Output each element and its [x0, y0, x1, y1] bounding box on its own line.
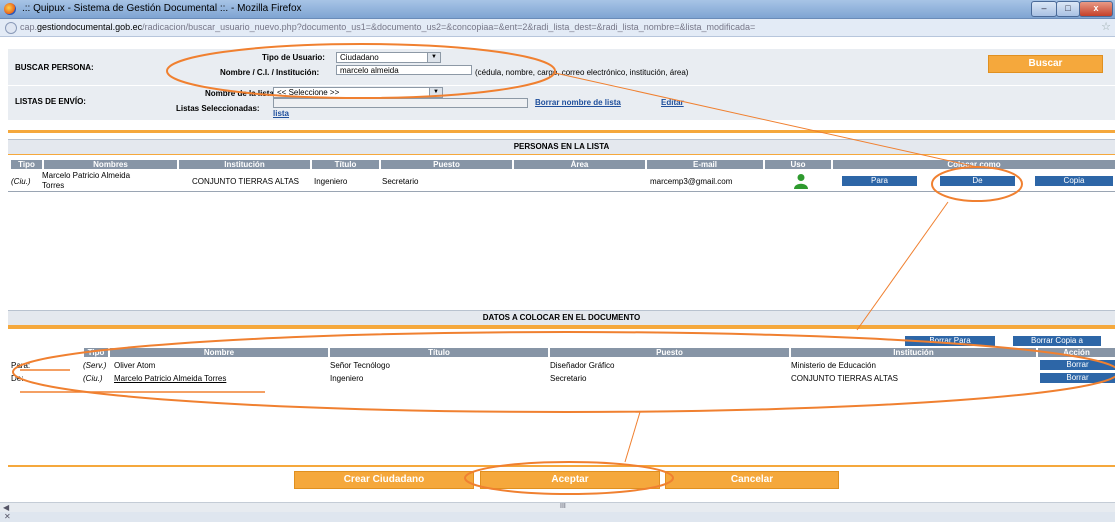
personas-lista-title: PERSONAS EN LA LISTA	[8, 139, 1115, 154]
borrar-para-button[interactable]: Borrar Para	[905, 336, 995, 346]
col-institucion: Institución	[791, 348, 1036, 357]
cancelar-button[interactable]: Cancelar	[665, 471, 839, 489]
url-path: /radicacion/buscar_usuario_nuevo.php?doc…	[142, 22, 756, 32]
persona-tipo: (Ciu.)	[11, 177, 31, 186]
borrar-row-button[interactable]: Borrar	[1040, 360, 1115, 370]
buscar-button[interactable]: Buscar	[988, 55, 1103, 73]
tipo-usuario-value: Ciudadano	[340, 53, 379, 62]
col-titulo: Título	[330, 348, 548, 357]
listas-seleccionadas-label: Listas Seleccionadas:	[176, 104, 260, 113]
borrar-copia-button[interactable]: Borrar Copia a	[1013, 336, 1101, 346]
para-button[interactable]: Para	[842, 176, 917, 186]
firefox-icon	[4, 3, 16, 15]
listas-envio-label: LISTAS DE ENVÍO:	[15, 97, 86, 106]
datos-row-para: Para: (Serv.) Oliver Atom Señor Tecnólog…	[8, 359, 1115, 371]
col-email: E-mail	[647, 160, 763, 169]
col-puesto: Puesto	[550, 348, 789, 357]
col-institucion: Institución	[179, 160, 310, 169]
datos-tipo: (Serv.)	[83, 361, 107, 370]
user-green-icon	[793, 173, 809, 189]
persona-row: (Ciu.) Marcelo Patricio Almeida Torres C…	[8, 171, 1115, 191]
window-titlebar: .:: Quipux - Sistema de Gestión Document…	[0, 0, 1115, 19]
col-uso: Uso	[765, 160, 831, 169]
datos-rol: De:	[11, 374, 24, 383]
scroll-thumb[interactable]: III	[560, 503, 566, 510]
col-colocar-como: Colocar como	[833, 160, 1115, 169]
col-nombres: Nombres	[44, 160, 177, 169]
tipo-usuario-select[interactable]: Ciudadano ▼	[336, 52, 441, 63]
col-accion: Acción	[1038, 348, 1115, 357]
window-title: .:: Quipux - Sistema de Gestión Document…	[22, 3, 302, 14]
url-prefix: cap.	[20, 22, 38, 32]
crear-ciudadano-button[interactable]: Crear Ciudadano	[294, 471, 474, 489]
url-domain: gestiondocumental.gob.ec	[37, 22, 143, 32]
persona-nombre-2: Torres	[42, 181, 65, 190]
copia-button[interactable]: Copia	[1035, 176, 1113, 186]
datos-documento-title: DATOS A COLOCAR EN EL DOCUMENTO	[8, 310, 1115, 325]
col-tipo: Tipo	[84, 348, 108, 357]
datos-rol: Para:	[11, 361, 31, 370]
tipo-usuario-label: Tipo de Usuario:	[262, 53, 325, 62]
chevron-down-icon: ▼	[427, 53, 440, 62]
scroll-left-icon[interactable]: ◀	[3, 503, 9, 512]
col-titulo: Título	[312, 160, 379, 169]
status-bar: ✕	[0, 512, 1115, 522]
globe-icon	[5, 22, 17, 34]
datos-institucion: CONJUNTO TIERRAS ALTAS	[791, 374, 898, 383]
persona-email: marcemp3@gmail.com	[650, 177, 733, 186]
aceptar-button[interactable]: Aceptar	[480, 471, 660, 489]
search-hint: (cédula, nombre, cargo, correo electróni…	[475, 68, 689, 77]
editar-lista-link[interactable]: Editar	[661, 98, 684, 107]
nombre-lista-select[interactable]: << Seleccione >> ▼	[273, 87, 443, 98]
lista-link[interactable]: lista	[273, 109, 289, 118]
borrar-row-button[interactable]: Borrar	[1040, 373, 1115, 383]
persona-puesto: Secretario	[382, 177, 419, 186]
nombre-lista-label: Nombre de la lista:	[205, 89, 277, 98]
persona-institucion: CONJUNTO TIERRAS ALTAS	[192, 177, 299, 186]
persona-nombre-1: Marcelo Patricio Almeida	[42, 171, 131, 180]
datos-puesto: Secretario	[550, 374, 587, 383]
nombre-ci-label: Nombre / C.I. / Institución:	[220, 68, 320, 77]
datos-titulo: Ingeniero	[330, 374, 364, 383]
section-separator	[8, 154, 1115, 155]
nombre-lista-value: << Seleccione >>	[277, 88, 340, 97]
bookmark-star-icon[interactable]: ☆	[1101, 20, 1111, 33]
listas-seleccionadas-field	[273, 98, 528, 108]
close-button[interactable]: x	[1079, 1, 1113, 17]
buscar-persona-label: BUSCAR PERSONA:	[15, 63, 94, 72]
datos-institucion: Ministerio de Educación	[791, 361, 876, 370]
col-puesto: Puesto	[381, 160, 512, 169]
address-url[interactable]: cap.gestiondocumental.gob.ec/radicacion/…	[20, 22, 755, 32]
borrar-nombre-lista-link[interactable]: Borrar nombre de lista	[535, 98, 621, 107]
datos-tipo: (Ciu.)	[83, 374, 103, 383]
datos-nombre: Oliver Atom	[114, 361, 156, 370]
section-separator	[8, 465, 1115, 467]
maximize-button[interactable]: □	[1056, 1, 1080, 17]
datos-puesto: Diseñador Gráfico	[550, 361, 615, 370]
col-tipo: Tipo	[11, 160, 42, 169]
col-nombre: Nombre	[110, 348, 328, 357]
persona-titulo: Ingeniero	[314, 177, 348, 186]
datos-row-de: De: (Ciu.) Marcelo Patricio Almeida Torr…	[8, 372, 1115, 384]
close-icon[interactable]: ✕	[4, 512, 11, 521]
listas-envio-row: LISTAS DE ENVÍO: Nombre de la lista: << …	[8, 86, 1115, 121]
datos-nombre-link[interactable]: Marcelo Patricio Almeida Torres	[114, 374, 226, 383]
chevron-down-icon: ▼	[429, 88, 442, 97]
nombre-search-input[interactable]: marcelo almeida	[336, 65, 472, 75]
buscar-persona-row: BUSCAR PERSONA: Tipo de Usuario: Ciudada…	[8, 49, 1115, 86]
minimize-button[interactable]: –	[1031, 1, 1057, 17]
de-button[interactable]: De	[940, 176, 1015, 186]
col-area: Área	[514, 160, 645, 169]
section-separator	[8, 325, 1115, 329]
section-separator	[8, 130, 1115, 133]
row-divider	[8, 191, 1115, 192]
datos-titulo: Señor Tecnólogo	[330, 361, 390, 370]
address-bar[interactable]: cap.gestiondocumental.gob.ec/radicacion/…	[0, 19, 1115, 37]
